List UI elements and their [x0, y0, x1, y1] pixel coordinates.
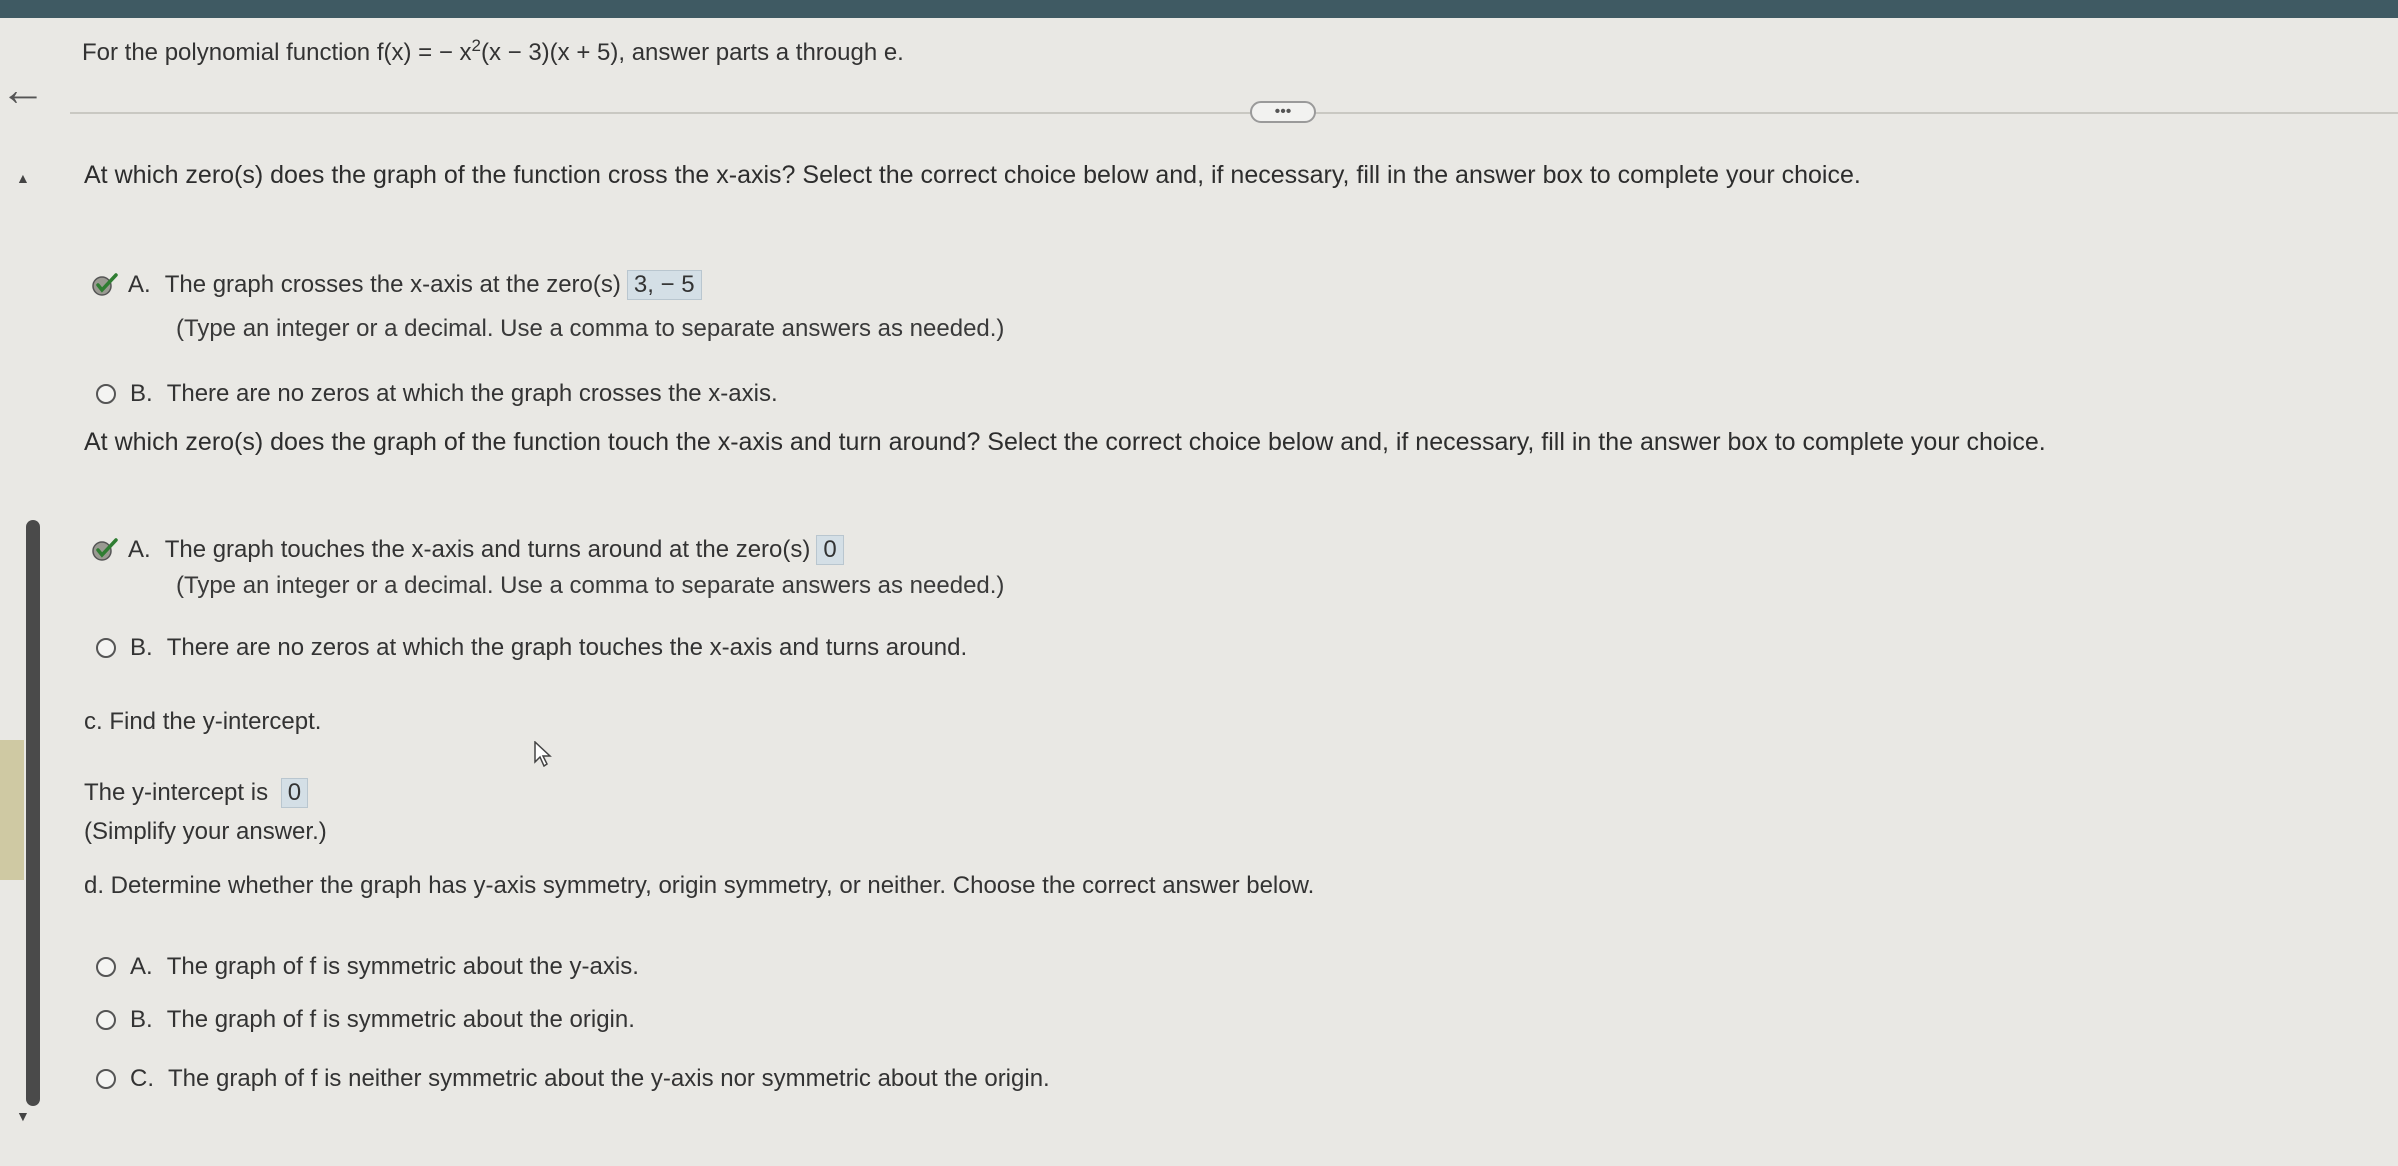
choice-text: The graph of f is symmetric about the y-… — [166, 953, 639, 980]
answer-box-touches[interactable]: 0 — [816, 535, 844, 565]
part-d-choice-a[interactable]: A. The graph of f is symmetric about the… — [96, 953, 639, 981]
y-intercept-label: The y-intercept is — [84, 779, 269, 806]
section-divider — [70, 112, 2398, 114]
scroll-down-icon[interactable]: ▼ — [16, 1108, 30, 1124]
radio-button[interactable] — [96, 384, 116, 404]
part-d-question: d. Determine whether the graph has y-axi… — [84, 872, 1315, 899]
header-outro: , answer parts a through e. — [618, 39, 904, 66]
back-arrow-icon[interactable]: ← — [0, 66, 46, 112]
choice-text: The graph touches the x-axis and turns a… — [164, 536, 811, 563]
part-b-question: At which zero(s) does the graph of the f… — [84, 428, 2046, 456]
radio-button[interactable] — [96, 1010, 116, 1030]
choice-letter: B. — [130, 634, 153, 661]
part-d-choice-b[interactable]: B. The graph of f is symmetric about the… — [96, 1006, 635, 1034]
part-b-choice-b[interactable]: B. There are no zeros at which the graph… — [96, 634, 967, 662]
choice-letter: C. — [130, 1065, 154, 1092]
y-intercept-row: The y-intercept is 0 — [84, 778, 309, 808]
radio-button[interactable] — [96, 1069, 116, 1089]
answer-box-crosses[interactable]: 3, − 5 — [626, 270, 702, 300]
part-b-choice-a[interactable]: A. The graph touches the x-axis and turn… — [92, 535, 844, 565]
part-d-choice-c[interactable]: C. The graph of f is neither symmetric a… — [96, 1065, 1050, 1093]
scrollbar-thumb[interactable] — [26, 520, 40, 1106]
expand-more-button[interactable]: ••• — [1250, 101, 1316, 123]
part-a-hint: (Type an integer or a decimal. Use a com… — [176, 315, 1005, 342]
choice-text: The graph crosses the x-axis at the zero… — [164, 271, 621, 298]
part-c-hint: (Simplify your answer.) — [84, 818, 327, 845]
header-intro: For the polynomial function — [82, 39, 377, 66]
radio-button[interactable] — [96, 957, 116, 977]
part-b-hint: (Type an integer or a decimal. Use a com… — [176, 572, 1005, 599]
choice-letter: A. — [128, 271, 151, 298]
scroll-up-icon[interactable]: ▲ — [16, 170, 30, 186]
choice-letter: A. — [128, 536, 151, 563]
choice-text: The graph of f is neither symmetric abou… — [168, 1065, 1050, 1092]
top-bar — [0, 0, 2398, 18]
choice-letter: A. — [130, 953, 153, 980]
part-a-choice-b[interactable]: B. There are no zeros at which the graph… — [96, 380, 778, 408]
choice-text: The graph of f is symmetric about the or… — [166, 1006, 635, 1033]
function-prefix: f(x) = − x — [376, 39, 472, 66]
selected-check-icon[interactable] — [92, 538, 118, 562]
function-suffix: (x − 3)(x + 5) — [480, 39, 619, 66]
side-highlight-strip — [0, 740, 24, 880]
mouse-cursor-icon — [534, 740, 552, 772]
selected-check-icon[interactable] — [92, 273, 118, 297]
part-a-choice-a[interactable]: A. The graph crosses the x-axis at the z… — [92, 270, 702, 300]
choice-letter: B. — [130, 1006, 153, 1033]
part-a-question: At which zero(s) does the graph of the f… — [84, 161, 1861, 189]
choice-letter: B. — [130, 380, 153, 407]
part-c-question: c. Find the y-intercept. — [84, 708, 322, 735]
radio-button[interactable] — [96, 638, 116, 658]
choice-text: There are no zeros at which the graph cr… — [166, 380, 778, 407]
answer-box-y-intercept[interactable]: 0 — [280, 778, 309, 808]
choice-text: There are no zeros at which the graph to… — [166, 634, 968, 661]
problem-statement: For the polynomial function f(x) = − x2(… — [82, 36, 904, 67]
function-exponent: 2 — [471, 36, 481, 55]
